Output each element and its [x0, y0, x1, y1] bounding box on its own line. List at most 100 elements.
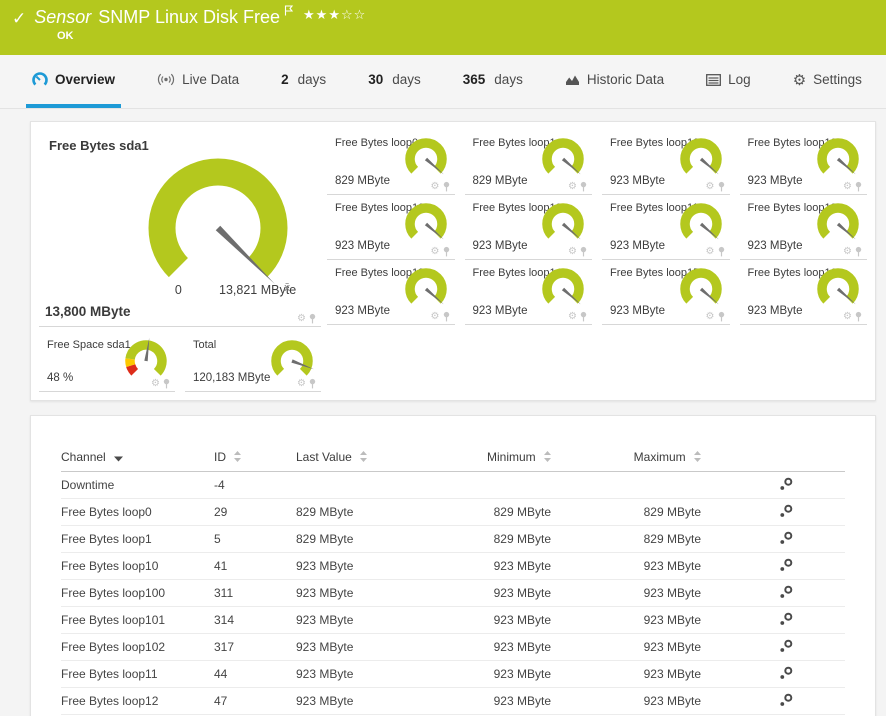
col-header-id[interactable]: ID	[214, 450, 296, 464]
channel-settings-icon[interactable]	[779, 639, 793, 653]
object-type-label: Sensor	[34, 7, 91, 28]
gauge-gear-icon[interactable]: ⚙	[706, 247, 715, 257]
gauge-pin-icon[interactable]	[854, 181, 863, 192]
gauge-gear-icon[interactable]: ⚙	[568, 312, 577, 322]
gauge-gear-icon[interactable]: ⚙	[843, 182, 852, 192]
col-header-maximum[interactable]: Maximum	[551, 450, 701, 464]
tab-overview[interactable]: Overview	[26, 55, 121, 108]
cell-channel: Free Bytes loop0	[61, 505, 214, 519]
cell-minimum: 829 MByte	[461, 532, 551, 546]
sort-icon	[694, 451, 701, 462]
gauge-value: 829 MByte	[335, 175, 390, 187]
cell-last-value: 923 MByte	[296, 559, 461, 573]
channel-settings-icon[interactable]	[779, 531, 793, 545]
gauge-dial	[674, 266, 728, 310]
col-header-channel[interactable]: Channel	[61, 450, 214, 464]
tab-2-days[interactable]: 2days	[275, 55, 332, 108]
channel-settings-icon[interactable]	[779, 558, 793, 572]
gauge-gear-icon[interactable]: ⚙	[431, 247, 440, 257]
channel-settings-icon[interactable]	[779, 585, 793, 599]
tab-label: days	[298, 72, 327, 87]
gauge-gear-icon[interactable]: ⚙	[843, 247, 852, 257]
priority-stars[interactable]: ★★★☆☆	[303, 8, 366, 23]
tab-historic-data[interactable]: Historic Data	[559, 55, 670, 108]
col-header-last-value[interactable]: Last Value	[296, 450, 461, 464]
gauge-pin-icon[interactable]	[308, 313, 317, 324]
gauge-pin-icon[interactable]	[854, 311, 863, 322]
channel-settings-icon[interactable]	[779, 477, 793, 491]
loop-gauge-cell: Free Bytes loop100923 MByte⚙	[740, 130, 868, 195]
settings-gear-icon: ⚙	[793, 71, 806, 89]
gauge-pin-icon[interactable]	[442, 311, 451, 322]
channel-settings-icon[interactable]	[779, 693, 793, 707]
gauge-gear-icon[interactable]: ⚙	[431, 182, 440, 192]
cell-minimum: 923 MByte	[461, 667, 551, 681]
gauge-pin-icon[interactable]	[162, 378, 171, 389]
gauge-value: 923 MByte	[748, 240, 803, 252]
channel-settings-icon[interactable]	[779, 612, 793, 626]
loop-gauge-cell: Free Bytes loop0829 MByte⚙	[327, 130, 455, 195]
gauge-pin-icon[interactable]	[579, 181, 588, 192]
gauge-pin-icon[interactable]	[717, 311, 726, 322]
tab-label: days	[494, 72, 523, 87]
cell-last-value: 829 MByte	[296, 532, 461, 546]
loop-gauge-cell: Free Bytes loop1829 MByte⚙	[465, 130, 593, 195]
tab-365-days[interactable]: 365 days	[457, 55, 529, 108]
loop-gauge-cell: Free Bytes loop16923 MByte⚙	[740, 260, 868, 325]
gauge-pin-icon[interactable]	[854, 246, 863, 257]
gauge-dial	[811, 266, 865, 310]
cell-id: 311	[214, 586, 296, 600]
gauge-dial	[399, 266, 453, 310]
svg-text:x̄: x̄	[284, 281, 291, 294]
tab-label: Settings	[813, 72, 862, 87]
priority-flag-icon[interactable]	[284, 5, 293, 16]
tab-label: Overview	[55, 72, 115, 87]
channel-settings-icon[interactable]	[779, 504, 793, 518]
gauge-gear-icon[interactable]: ⚙	[706, 182, 715, 192]
gauge-gear-icon[interactable]: ⚙	[297, 314, 306, 324]
table-row: Free Bytes loop1144923 MByte923 MByte923…	[61, 661, 845, 688]
tab-label: Log	[728, 72, 751, 87]
gauge-pin-icon[interactable]	[579, 246, 588, 257]
gauge-gear-icon[interactable]: ⚙	[568, 247, 577, 257]
table-row: Free Bytes loop102317923 MByte923 MByte9…	[61, 634, 845, 661]
cell-maximum: 923 MByte	[551, 586, 701, 600]
gauge-gear-icon[interactable]: ⚙	[843, 312, 852, 322]
gauge-pin-icon[interactable]	[717, 246, 726, 257]
loop-gauge-cell: Free Bytes loop102923 MByte⚙	[465, 195, 593, 260]
gauge-gear-icon[interactable]: ⚙	[151, 379, 160, 389]
cell-maximum: 829 MByte	[551, 505, 701, 519]
gauge-gear-icon[interactable]: ⚙	[568, 182, 577, 192]
gauge-pin-icon[interactable]	[442, 181, 451, 192]
tab-log[interactable]: Log	[700, 55, 757, 108]
svg-text:0: 0	[175, 283, 182, 297]
gauge-pin-icon[interactable]	[717, 181, 726, 192]
cell-last-value: 923 MByte	[296, 586, 461, 600]
gauge-dial	[536, 266, 590, 310]
gauge-gear-icon[interactable]: ⚙	[297, 379, 306, 389]
gauge-value: 923 MByte	[335, 240, 390, 252]
gauge-value: 923 MByte	[473, 240, 528, 252]
gauge-gear-icon[interactable]: ⚙	[706, 312, 715, 322]
gauges-panel: Free Bytes sda1 013,821 MBytex̄ 13,800 M…	[30, 121, 876, 401]
gauge-pin-icon[interactable]	[308, 378, 317, 389]
cell-last-value: 923 MByte	[296, 667, 461, 681]
status-badge: OK	[57, 30, 876, 42]
cell-maximum: 923 MByte	[551, 667, 701, 681]
gauge-dial	[811, 201, 865, 245]
gauge-pin-icon[interactable]	[442, 246, 451, 257]
gauge-dial	[399, 201, 453, 245]
tab-settings[interactable]: ⚙ Settings	[787, 55, 868, 108]
cell-id: 44	[214, 667, 296, 681]
gauge-gear-icon[interactable]: ⚙	[431, 312, 440, 322]
gauge-dial	[119, 338, 173, 382]
tab-live-data[interactable]: Live Data	[151, 55, 245, 108]
channel-settings-icon[interactable]	[779, 666, 793, 680]
cell-maximum: 923 MByte	[551, 694, 701, 708]
log-icon	[706, 74, 721, 86]
gauge-value: 923 MByte	[748, 175, 803, 187]
gauge-pin-icon[interactable]	[579, 311, 588, 322]
col-header-minimum[interactable]: Minimum	[461, 450, 551, 464]
tab-30-days[interactable]: 30days	[362, 55, 427, 108]
tab-number: 365	[463, 72, 486, 87]
